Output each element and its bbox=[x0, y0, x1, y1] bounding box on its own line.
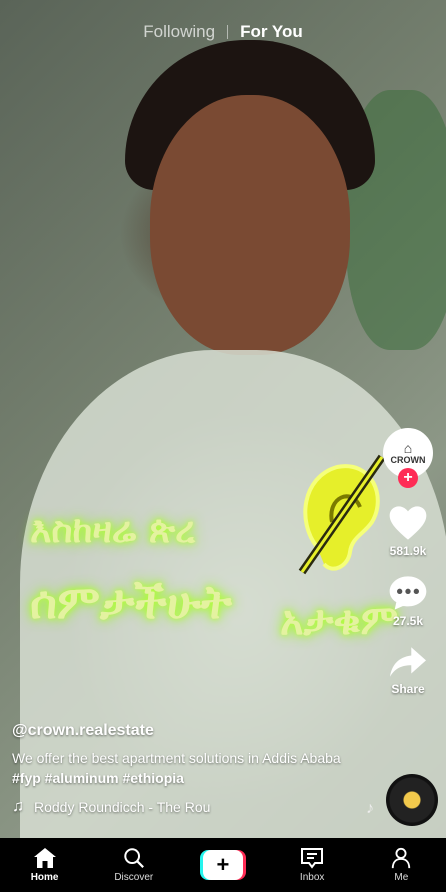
person-face bbox=[150, 95, 350, 355]
avatar-brand-text: CROWN bbox=[390, 455, 426, 465]
nav-home-label: Home bbox=[30, 872, 59, 883]
nav-home[interactable]: Home bbox=[10, 847, 80, 883]
hashtags[interactable]: #fyp #aluminum #ethiopia bbox=[12, 770, 184, 786]
tab-for-you[interactable]: For You bbox=[240, 22, 303, 42]
floating-note-icon: ♪ bbox=[366, 800, 374, 817]
search-icon bbox=[124, 848, 144, 868]
description-text: We offer the best apartment solutions in… bbox=[12, 750, 341, 766]
music-note-icon: ♫ bbox=[12, 798, 24, 815]
bottom-nav: Home Discover + Inbox Me bbox=[0, 838, 446, 892]
follow-button[interactable]: + bbox=[398, 468, 418, 488]
nav-create[interactable]: + bbox=[188, 850, 258, 880]
comment-icon bbox=[389, 576, 427, 610]
feed-tabs: Following For You bbox=[0, 22, 446, 42]
house-logo-icon: ⌂ bbox=[403, 440, 413, 456]
tab-divider bbox=[227, 25, 229, 39]
create-button[interactable]: + bbox=[199, 850, 246, 880]
home-icon bbox=[33, 848, 56, 868]
nav-inbox[interactable]: Inbox bbox=[277, 847, 347, 883]
music-title: Roddy Roundicch - The Rou bbox=[34, 799, 211, 815]
tab-following[interactable]: Following bbox=[143, 22, 215, 42]
creator-handle[interactable]: @crown.realestate bbox=[12, 722, 357, 740]
music-disc-icon[interactable] bbox=[386, 774, 438, 826]
nav-discover[interactable]: Discover bbox=[99, 847, 169, 883]
profile-icon bbox=[392, 847, 411, 869]
ear-muted-icon bbox=[298, 454, 386, 575]
comment-button[interactable]: 27.5k bbox=[388, 574, 428, 628]
share-label: Share bbox=[391, 682, 425, 696]
video-description: We offer the best apartment solutions in… bbox=[12, 748, 357, 788]
video-caption: @crown.realestate We offer the best apar… bbox=[12, 722, 357, 816]
nav-me-label: Me bbox=[394, 872, 409, 883]
nav-me[interactable]: Me bbox=[366, 847, 436, 883]
nav-inbox-label: Inbox bbox=[299, 872, 325, 883]
inbox-icon bbox=[301, 848, 324, 869]
share-arrow-icon bbox=[390, 647, 426, 677]
share-button[interactable]: Share bbox=[388, 644, 428, 696]
nav-discover-label: Discover bbox=[114, 872, 154, 883]
plus-icon: + bbox=[202, 850, 243, 880]
video-player[interactable]: እስከዛሬ ጵረ ሰምታችሁት አታቁም bbox=[0, 0, 446, 838]
heart-icon bbox=[389, 506, 427, 540]
music-info[interactable]: ♫ Roddy Roundicch - The Rou bbox=[12, 798, 357, 816]
video-caption-line1: እስከዛሬ ጵረ bbox=[30, 510, 196, 551]
like-count: 581.9k bbox=[389, 544, 427, 558]
video-caption-line2: ሰምታችሁት bbox=[30, 575, 232, 629]
comment-count: 27.5k bbox=[392, 614, 424, 628]
like-button[interactable]: 581.9k bbox=[388, 504, 428, 558]
action-rail: ⌂ CROWN + 581.9k 27.5k Share bbox=[378, 428, 438, 696]
